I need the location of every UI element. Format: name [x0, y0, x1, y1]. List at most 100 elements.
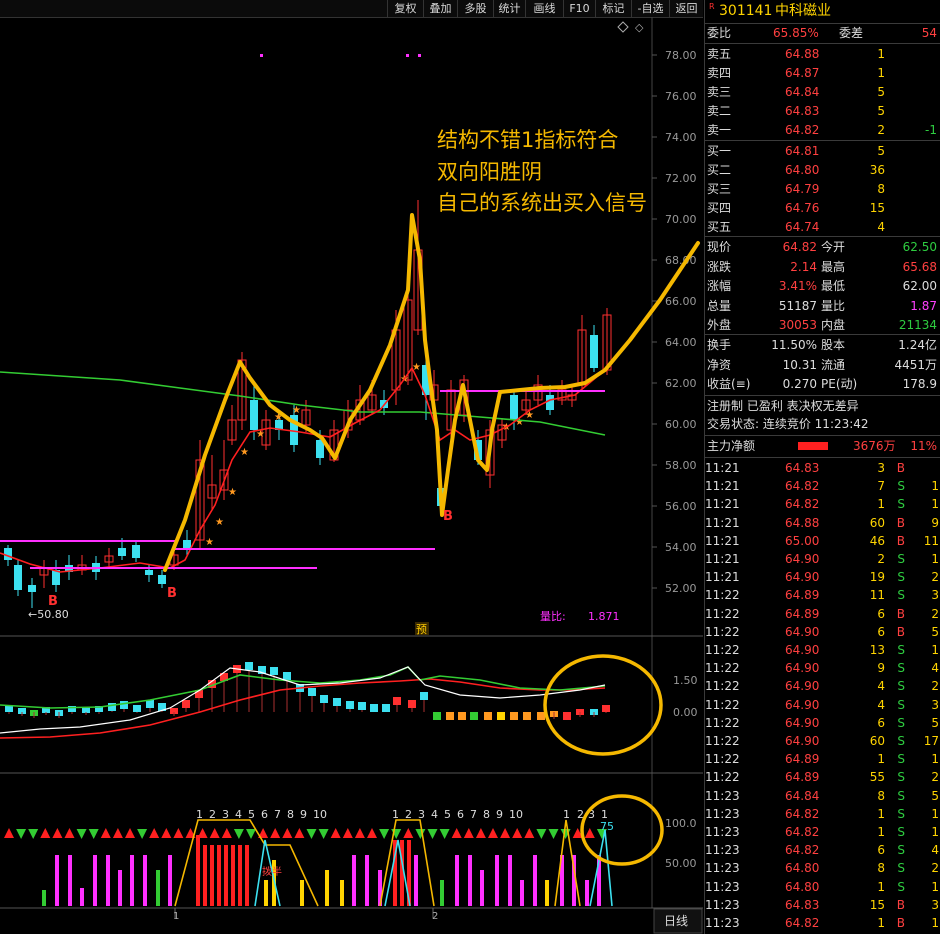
price-tick: 70.00	[665, 213, 697, 226]
macd-bar	[358, 702, 366, 710]
star-icon: ★	[215, 517, 224, 528]
zoom-icon[interactable]: ◇	[635, 21, 644, 34]
up-triangle	[149, 828, 160, 838]
count-label: 2	[405, 808, 412, 821]
tick-row: 11:21 64.82 1 S 1	[705, 497, 939, 512]
candle-body	[250, 400, 258, 430]
tick-row: 11:23 64.83 15 B 3	[705, 897, 939, 912]
up-triangle	[354, 828, 365, 838]
up-triangle	[40, 828, 51, 838]
low-price-label: ←50.80	[28, 608, 69, 621]
ask-level: 卖五 64.88 1	[707, 47, 885, 61]
watchlist-button[interactable]: -自选	[631, 0, 669, 17]
candles: ★★★★★★★★★★ ★★	[4, 200, 612, 608]
ask-level: 卖三 64.84 5	[707, 85, 885, 99]
macd-bar	[346, 701, 354, 709]
count-bar	[520, 880, 524, 906]
kline-chart[interactable]: ◇ 78.0076.0074.0072.0070.0068.0066.0064.…	[0, 17, 703, 934]
down-triangle	[28, 829, 39, 839]
count-bar	[414, 855, 418, 906]
tick-row: 11:21 65.00 46 B 11	[705, 533, 939, 548]
ask-level: 卖二 64.83 5	[707, 104, 885, 118]
tick-row: 11:22 64.90 60 S 17	[705, 734, 939, 748]
count-triangles	[4, 828, 607, 839]
macd-bar	[537, 712, 545, 720]
price-tick: 54.00	[665, 541, 697, 554]
macd-bar	[5, 706, 13, 712]
ask-level: 卖一 64.82 2 -1	[707, 123, 937, 137]
up-triangle	[282, 828, 293, 838]
overlay-button[interactable]: 叠加	[423, 0, 457, 17]
f10-button[interactable]: F10	[563, 0, 595, 17]
up-triangle	[209, 828, 220, 838]
bid-level: 买一 64.81 5	[707, 144, 885, 158]
up-triangle	[294, 828, 305, 838]
multi-stock-button[interactable]: 多股	[457, 0, 493, 17]
statistics-button[interactable]: 统计	[493, 0, 525, 17]
star-icon: ★	[228, 487, 237, 498]
buy-marker: B	[167, 586, 177, 601]
macd-bar	[270, 667, 278, 675]
back-button[interactable]: 返回	[669, 0, 703, 17]
count-bar	[231, 845, 235, 906]
stock-header: R 301141 中科磁业	[705, 1, 940, 21]
count-bar	[545, 880, 549, 906]
period-button[interactable]: 日线	[664, 914, 688, 928]
macd-bar	[458, 712, 466, 720]
macd-bar	[602, 705, 610, 712]
count-value: 75	[600, 820, 614, 833]
up-triangle	[500, 828, 511, 838]
bid-level: 买四 64.76 15	[707, 201, 885, 215]
count-bar	[508, 855, 512, 906]
macd-bar	[433, 712, 441, 720]
count-label: 4	[235, 808, 242, 821]
restore-rights-button[interactable]: 复权	[387, 0, 423, 17]
candle-body	[14, 565, 22, 590]
down-triangle	[88, 829, 99, 839]
tick-row: 11:22 64.89 55 S 2	[705, 770, 939, 785]
annotation-line-1: 结构不错1指标符合	[437, 128, 619, 152]
macd-bar	[510, 712, 518, 720]
macd-bars	[5, 662, 610, 720]
count-bar	[210, 845, 214, 906]
volume-ratio-value: 1.871	[588, 610, 620, 623]
count-label: 9	[300, 808, 307, 821]
count-bar	[245, 845, 249, 906]
price-tick: 78.00	[665, 49, 697, 62]
count-bar	[300, 880, 304, 906]
macd-bar	[470, 712, 478, 720]
up-triangle	[451, 828, 462, 838]
main-capital-row: 主力净额 3676万 11%	[707, 439, 937, 453]
diamond-icon[interactable]	[617, 21, 629, 33]
count-label: 10	[509, 808, 523, 821]
tick-row: 11:22 64.90 4 S 3	[705, 697, 939, 712]
draw-line-button[interactable]: 画线	[525, 0, 563, 17]
up-triangle	[100, 828, 111, 838]
mark-button[interactable]: 标记	[595, 0, 631, 17]
macd-bar	[133, 705, 141, 712]
tick-row: 11:21 64.83 3 B	[705, 461, 905, 475]
star-icon: ★	[205, 537, 214, 548]
quote-row: 涨跌 2.14 最高 65.68	[707, 259, 937, 274]
up-triangle	[512, 828, 523, 838]
macd-axis: 1.50 0.00	[673, 674, 698, 719]
macd-bar	[446, 712, 454, 720]
macd-bar	[563, 712, 571, 720]
count-label: 8	[483, 808, 490, 821]
down-triangle	[379, 829, 390, 839]
up-triangle	[64, 828, 75, 838]
trading-status: 交易状态: 连续竞价 11:23:42	[707, 417, 869, 431]
price-tick: 52.00	[665, 582, 697, 595]
status-tags: 注册制 已盈利 表决权无差异	[707, 399, 859, 413]
macd-bar	[333, 698, 341, 706]
tick-row: 11:22 64.90 9 S 4	[705, 661, 939, 676]
stock-code: 301141	[719, 3, 773, 19]
price-tick: 72.00	[665, 172, 697, 185]
buy-marker: B	[443, 509, 453, 524]
tick-row: 11:22 64.89 11 S 3	[705, 588, 939, 603]
up-triangle	[4, 828, 14, 838]
fundamental-row: 收益(≡) 0.270 PE(动) 178.9	[707, 377, 937, 391]
down-triangle	[233, 829, 244, 839]
price-tick: 74.00	[665, 131, 697, 144]
pre-marker: 预	[416, 623, 427, 636]
